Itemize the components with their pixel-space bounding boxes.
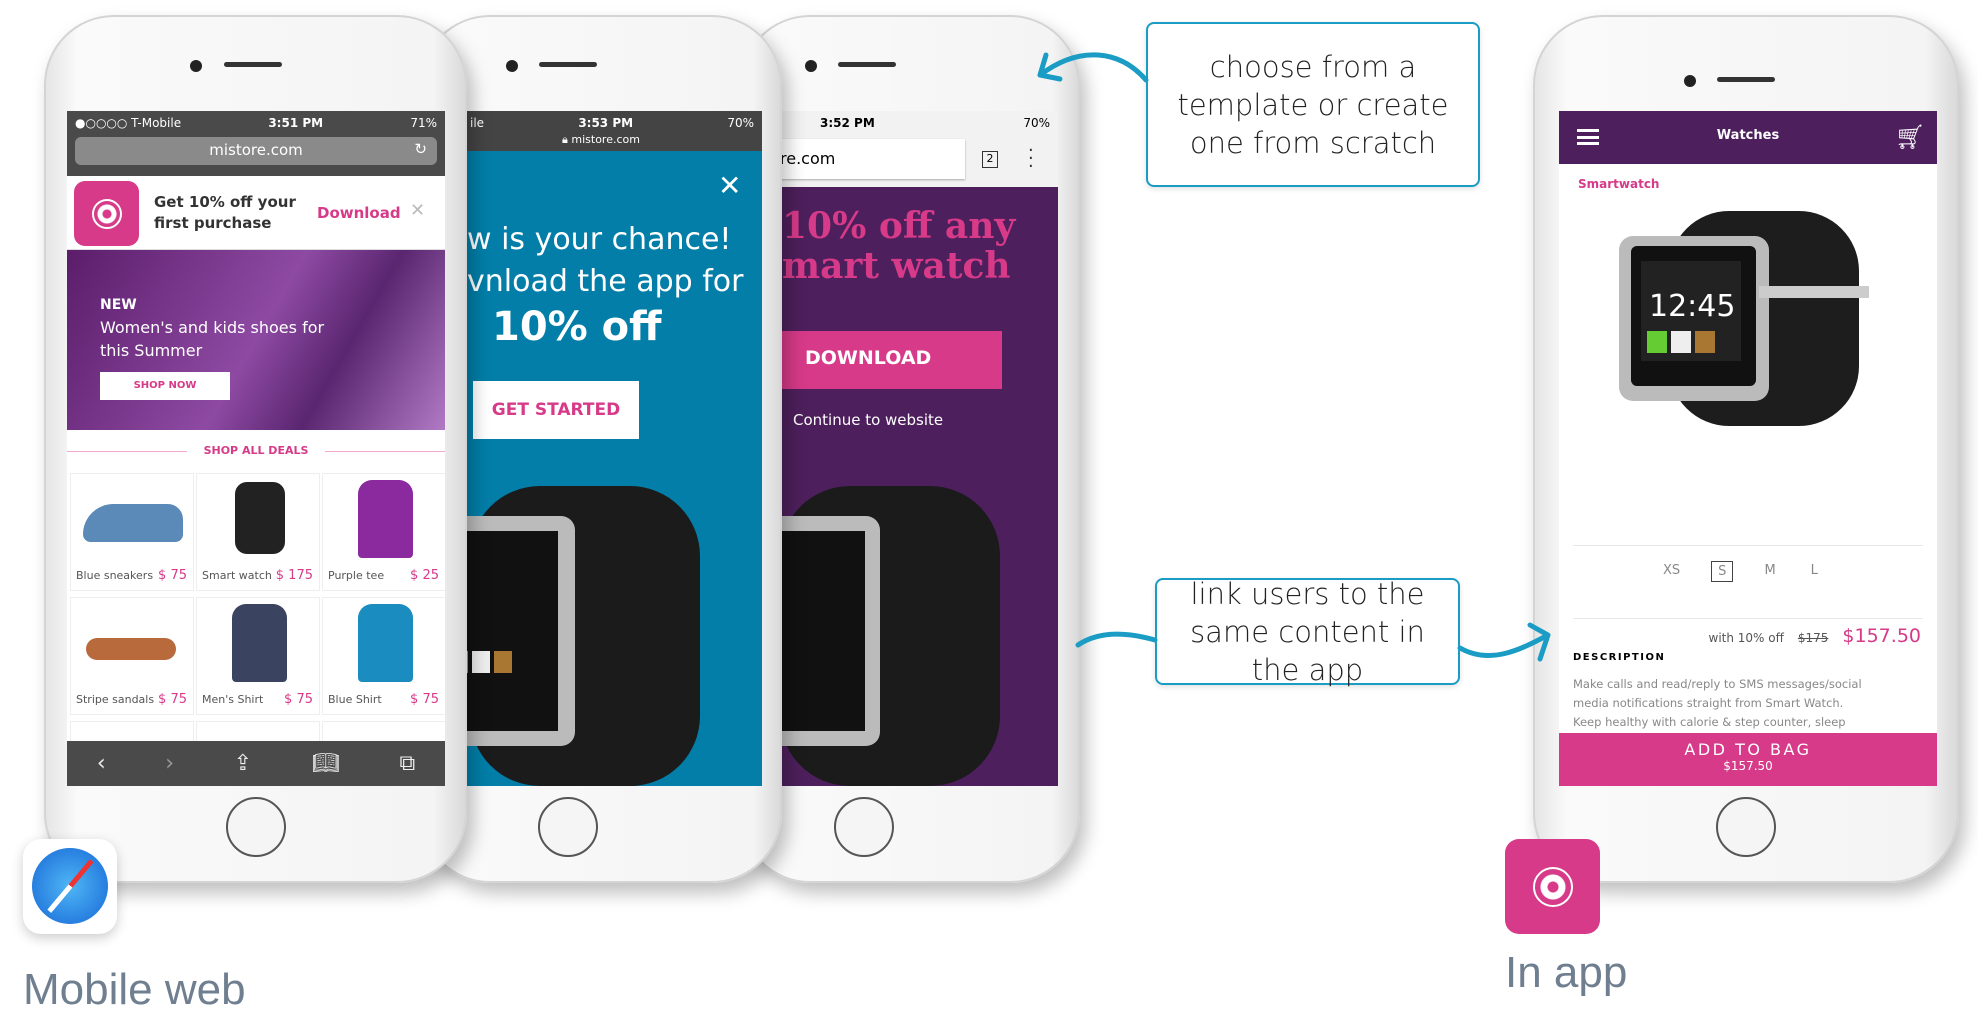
in-app-label: In app <box>1505 948 1628 997</box>
arrow-connectors <box>1037 52 1551 662</box>
app-icon-large <box>1505 839 1600 934</box>
safari-icon <box>23 839 117 934</box>
mobile-web-label: Mobile web <box>23 965 246 1014</box>
